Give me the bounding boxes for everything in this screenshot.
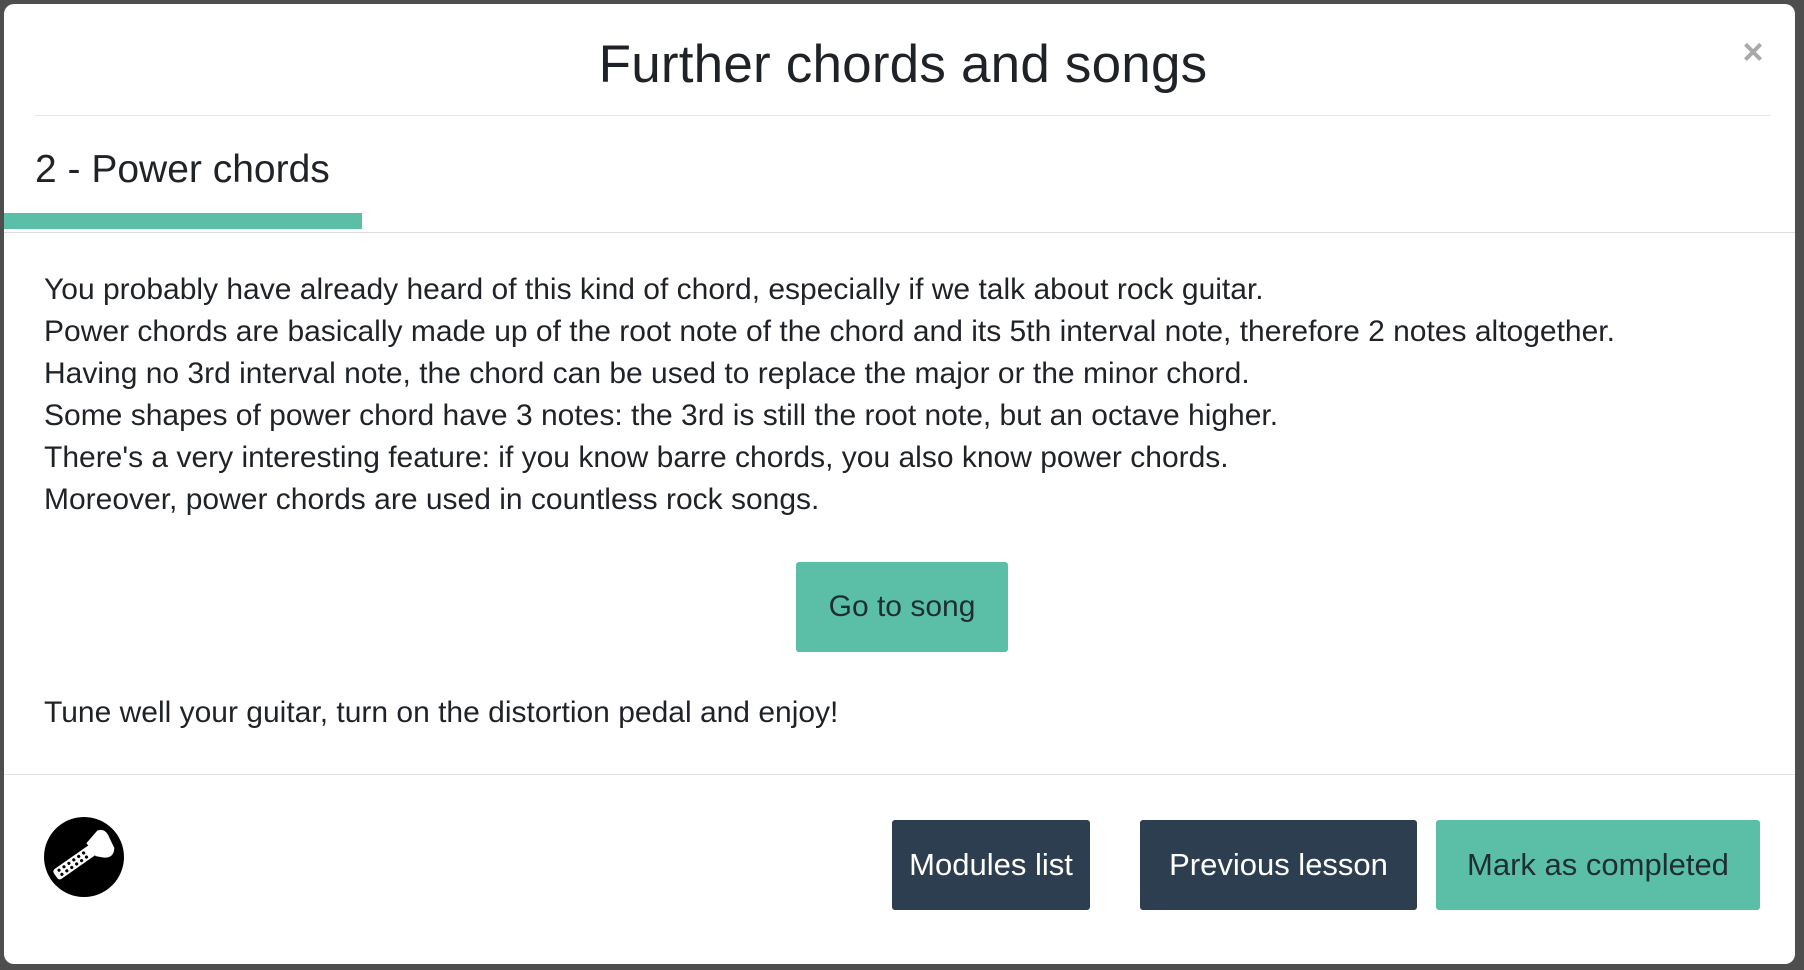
guitar-logo-icon [44,817,124,897]
mark-as-completed-button[interactable]: Mark as completed [1436,820,1760,910]
lesson-paragraph: Some shapes of power chord have 3 notes:… [44,399,1279,432]
lesson-progress-bar [4,213,1795,229]
lesson-paragraph: Having no 3rd interval note, the chord c… [44,357,1250,390]
lesson-paragraph: You probably have already heard of this … [44,273,1264,306]
modal-footer: Modules list Previous lesson Mark as com… [4,774,1795,964]
modal-title: Further chords and songs [598,35,1208,94]
lesson-paragraph: There's a very interesting feature: if y… [44,441,1229,474]
previous-lesson-button[interactable]: Previous lesson [1140,820,1417,910]
lesson-paragraph: Moreover, power chords are used in count… [44,483,820,516]
lesson-title: 2 - Power chords [35,148,330,191]
lesson-body: You probably have already heard of this … [44,269,1744,521]
modal-header: Further chords and songs × [35,4,1771,116]
lesson-modal: Further chords and songs × 2 - Power cho… [4,4,1795,964]
modules-list-button[interactable]: Modules list [892,820,1090,910]
close-icon[interactable]: × [1735,34,1771,70]
lesson-paragraph: Power chords are basically made up of th… [44,315,1615,348]
lesson-progress-fill [4,213,363,229]
lesson-header: 2 - Power chords [4,116,1795,233]
go-to-song-button[interactable]: Go to song [796,562,1008,652]
closing-text: Tune well your guitar, turn on the disto… [44,696,839,729]
